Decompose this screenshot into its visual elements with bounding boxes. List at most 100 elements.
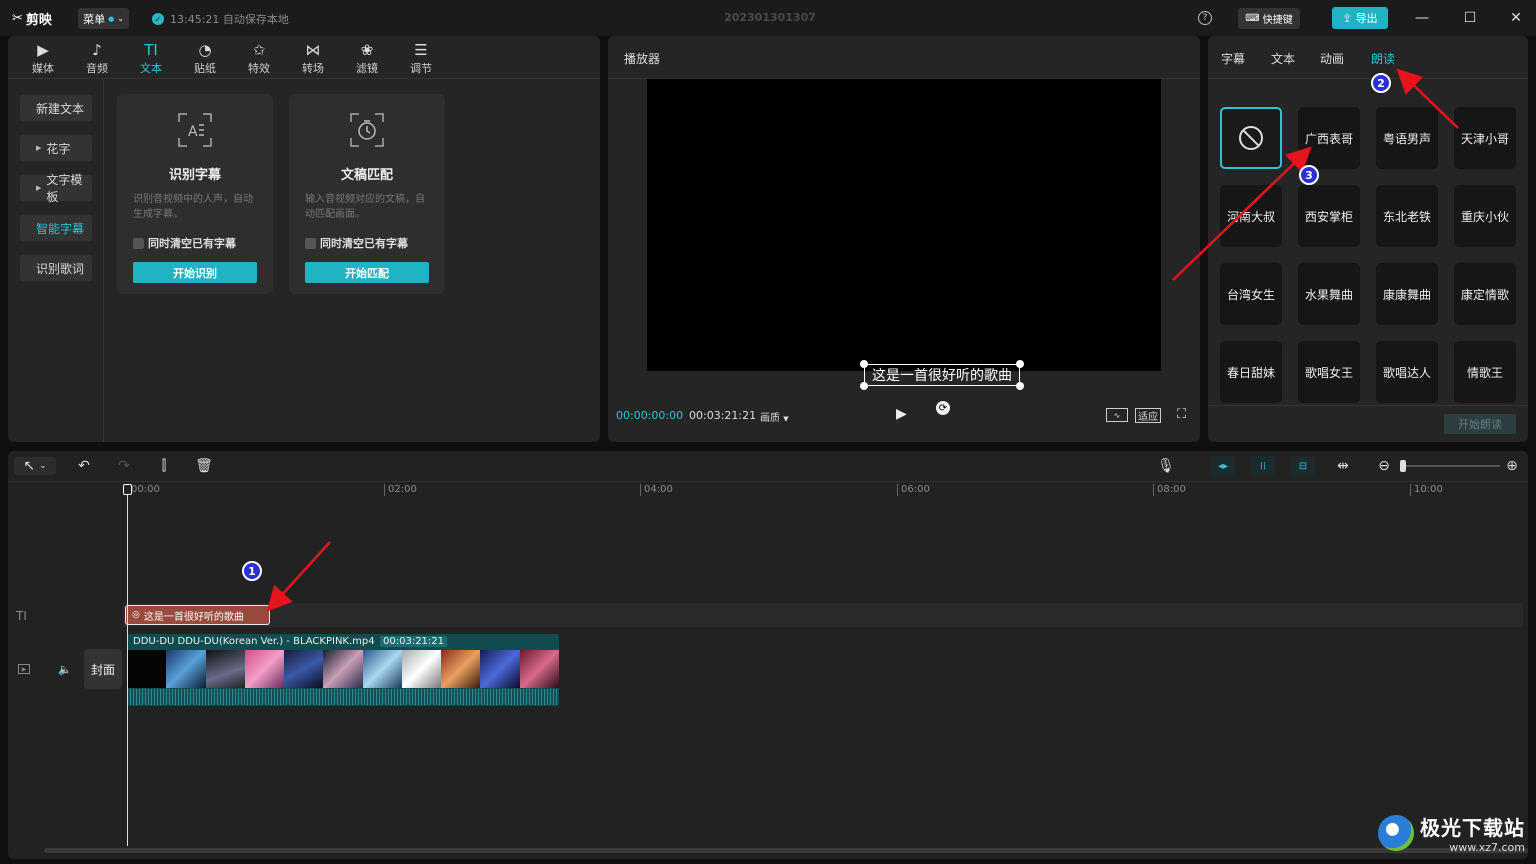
card-description: 识别音视频中的人声，自动生成字幕。 — [133, 194, 253, 220]
annotation-badge-2: 2 — [1371, 73, 1391, 93]
tab-text[interactable]: 文本 — [1271, 50, 1295, 67]
voice-option[interactable]: 情歌王 — [1454, 341, 1516, 403]
ruler-tick-label: 10:00 — [1410, 484, 1443, 496]
close-icon[interactable]: ✕ — [1506, 8, 1526, 28]
fit-ratio-button[interactable]: 适应 — [1135, 408, 1161, 423]
checkbox-icon — [305, 237, 316, 249]
timeline-toolbar: ↖ ⌄ ↶ ↷ ⫿ 🗑 🎙 ◂▸ ⁞⁞ ⊟ ⇹ ⊖ ⊕ — [8, 451, 1528, 481]
tab-media[interactable]: ▶ 媒体 — [16, 40, 70, 80]
playhead[interactable] — [127, 486, 128, 846]
undo-icon[interactable]: ↶ — [74, 457, 94, 475]
voice-option[interactable]: 广西表哥 — [1298, 107, 1360, 169]
voice-option[interactable]: 康康舞曲 — [1376, 263, 1438, 325]
ruler-tick-label: 02:00 — [384, 484, 417, 496]
tab-sticker[interactable]: ◔ 贴纸 — [178, 40, 232, 80]
tab-filter[interactable]: ❀ 滤镜 — [340, 40, 394, 80]
start-recognize-button[interactable]: 开始识别 — [133, 262, 257, 283]
play-icon[interactable]: ▶ — [896, 406, 907, 422]
cover-button[interactable]: 封面 — [84, 649, 122, 689]
text-clip[interactable]: ◎ 这是一首很好听的歌曲 — [125, 605, 270, 625]
tab-label: 调节 — [410, 62, 432, 75]
resize-handle[interactable] — [860, 360, 868, 368]
tab-animation[interactable]: 动画 — [1320, 50, 1344, 67]
sidebar-item-text-template[interactable]: ▶ 文字模板 — [20, 173, 92, 204]
resize-handle[interactable] — [860, 382, 868, 390]
voice-option[interactable]: 河南大叔 — [1220, 185, 1282, 247]
fullscreen-icon[interactable]: ⛶ — [1177, 407, 1186, 422]
start-read-button[interactable]: 开始朗读 — [1444, 414, 1516, 434]
zoom-slider[interactable] — [1404, 465, 1500, 467]
split-icon[interactable]: ⫿ — [154, 457, 174, 475]
zoom-slider-thumb[interactable] — [1400, 460, 1406, 472]
tab-effects[interactable]: ✩ 特效 — [232, 40, 286, 80]
tab-audio[interactable]: ♪ 音频 — [70, 40, 124, 80]
thumbnail — [401, 650, 442, 688]
time-ruler[interactable]: 00:00 02:00 04:00 06:00 08:00 10:00 — [8, 481, 1528, 497]
export-button[interactable]: ⇪ 导出 — [1332, 7, 1388, 29]
voice-option[interactable]: 歌唱女王 — [1298, 341, 1360, 403]
watermark-text: 极光下载站 www.xz7.com — [1420, 812, 1525, 854]
subtitle-overlay[interactable]: 这是一首很好听的歌曲 — [864, 364, 1020, 386]
voice-option[interactable]: 重庆小伙 — [1454, 185, 1516, 247]
voice-option[interactable]: 台湾女生 — [1220, 263, 1282, 325]
playhead-handle[interactable] — [123, 484, 132, 495]
voice-option[interactable]: 西安掌柜 — [1298, 185, 1360, 247]
waveform-icon[interactable]: ∿ — [1106, 408, 1128, 422]
speaker-icon[interactable]: 🔈 — [58, 663, 72, 676]
rotate-icon[interactable]: ⟳ — [936, 401, 950, 415]
preview-axis-icon[interactable]: ⇹ — [1332, 457, 1354, 475]
asset-panel: ▶ 媒体 ♪ 音频 TI 文本 ◔ 贴纸 ✩ 特效 ⋈ 转场 ❀ 滤镜 ☰ 调节 新建文本 ▶ 花字 ▶ 文字模板… — [8, 36, 600, 442]
sidebar-item-smart-subtitle[interactable]: 智能字幕 — [20, 215, 92, 241]
voice-option[interactable]: 天津小哥 — [1454, 107, 1516, 169]
voice-option[interactable]: 春日甜妹 — [1220, 341, 1282, 403]
tab-text[interactable]: TI 文本 — [124, 40, 178, 80]
voice-option[interactable]: 歌唱达人 — [1376, 341, 1438, 403]
checkbox-icon — [133, 237, 144, 249]
tab-adjust[interactable]: ☰ 调节 — [394, 40, 448, 80]
linkage-icon[interactable]: ⊟ — [1291, 456, 1315, 476]
tab-transition[interactable]: ⋈ 转场 — [286, 40, 340, 80]
delete-icon[interactable]: 🗑 — [194, 457, 214, 475]
sidebar-item-lyrics[interactable]: 识别歌词 — [20, 255, 92, 281]
card-description: 输入音视频对应的文稿，自动匹配画面。 — [305, 194, 425, 220]
resize-handle[interactable] — [1016, 360, 1024, 368]
voice-option[interactable]: 东北老铁 — [1376, 185, 1438, 247]
auto-snap-icon[interactable]: ⁞⁞ — [1251, 456, 1275, 476]
quality-dropdown[interactable]: 画质 ▼ — [760, 409, 789, 424]
capcut-logo-icon: ✂ — [12, 11, 23, 26]
voice-none[interactable] — [1220, 107, 1282, 169]
microphone-icon[interactable]: 🎙 — [1156, 457, 1176, 475]
svg-text:A: A — [188, 124, 198, 140]
voice-option[interactable]: 水果舞曲 — [1298, 263, 1360, 325]
horizontal-scrollbar[interactable] — [44, 848, 1528, 853]
thumbnail — [244, 650, 285, 688]
start-match-button[interactable]: 开始匹配 — [305, 262, 429, 283]
script-match-card: 文稿匹配 输入音视频对应的文稿，自动匹配画面。 同时清空已有字幕 开始匹配 — [289, 94, 445, 294]
annotation-badge-1: 1 — [242, 561, 262, 581]
help-icon[interactable]: ? — [1198, 11, 1212, 25]
tab-read-aloud[interactable]: 朗读 — [1371, 50, 1395, 67]
zoom-out-icon[interactable]: ⊖ — [1376, 457, 1392, 475]
clear-subtitle-checkbox[interactable]: 同时清空已有字幕 — [133, 235, 236, 251]
redo-icon[interactable]: ↷ — [114, 457, 134, 475]
video-preview[interactable]: 这是一首很好听的歌曲 ⟳ — [647, 79, 1161, 415]
tab-subtitle[interactable]: 字幕 — [1221, 50, 1245, 67]
main-track-magnet-icon[interactable]: ◂▸ — [1211, 456, 1235, 476]
resize-handle[interactable] — [1016, 382, 1024, 390]
minimize-icon[interactable]: — — [1412, 8, 1432, 28]
caret-right-icon: ▶ — [36, 144, 42, 152]
shortcut-button[interactable]: ⌨ 快捷键 — [1238, 8, 1300, 29]
player-panel: 播放器 这是一首很好听的歌曲 ⟳ 00:00:00:00 00:03:21:21… — [608, 36, 1200, 442]
sidebar-item-new-text[interactable]: 新建文本 — [20, 95, 92, 121]
menu-button[interactable]: 菜单 ● ⌄ — [78, 8, 129, 29]
clear-subtitle-checkbox[interactable]: 同时清空已有字幕 — [305, 235, 408, 251]
app-logo: ✂ 剪映 — [12, 9, 52, 28]
select-tool-icon[interactable]: ↖ ⌄ — [14, 457, 56, 475]
maximize-icon[interactable]: ☐ — [1460, 8, 1480, 28]
voice-option[interactable]: 康定情歌 — [1454, 263, 1516, 325]
zoom-in-icon[interactable]: ⊕ — [1504, 457, 1520, 475]
video-clip[interactable]: DDU-DU DDU-DU(Korean Ver.) - BLACKPINK.m… — [127, 634, 559, 706]
tab-label: 文本 — [140, 62, 162, 75]
sidebar-item-fancy-text[interactable]: ▶ 花字 — [20, 135, 92, 161]
voice-option[interactable]: 粤语男声 — [1376, 107, 1438, 169]
